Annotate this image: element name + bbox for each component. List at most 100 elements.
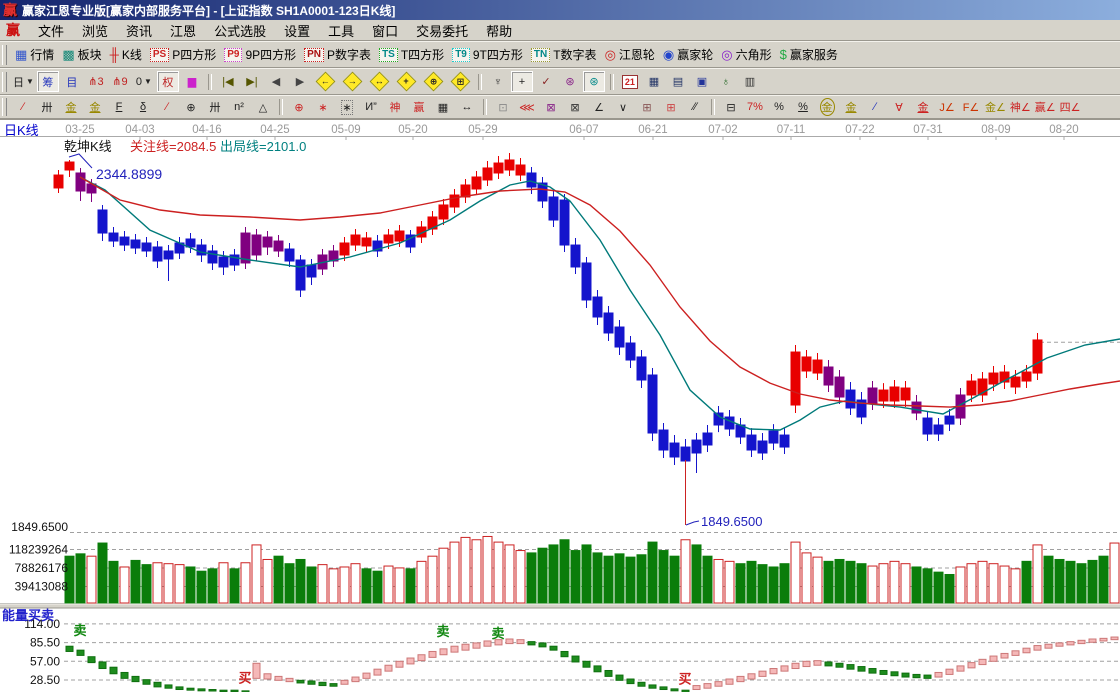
draw-triangle[interactable]: △ [252, 97, 274, 118]
draw-gold-red[interactable]: 金 [912, 97, 934, 118]
view-mini-chart-9[interactable]: ⋔9 [109, 71, 131, 92]
draw-percent[interactable]: % [768, 97, 790, 118]
view-zoom-all[interactable]: ⊕ [421, 71, 446, 92]
draw-gold-angle[interactable]: 金∠ [984, 97, 1007, 118]
view-list-view[interactable]: 目 [61, 71, 83, 92]
draw-wave-marks[interactable]: И” [360, 97, 382, 118]
view-histogram[interactable]: ▆ [181, 71, 203, 92]
draw-grid-lines-2[interactable]: 卅 [204, 97, 226, 118]
draw-f-grid[interactable]: F [108, 97, 130, 118]
toolbar-button-quotes[interactable]: ▦行情 [15, 46, 54, 63]
chart-canvas[interactable]: 卖买卖卖买03-2504-0304-1604-2505-0905-2005-29… [0, 120, 1120, 692]
toolbar-button-kline[interactable]: ╫K线 [110, 46, 142, 63]
draw-star-grid-boxed[interactable]: ∗ [336, 97, 358, 118]
draw-n-square[interactable]: n² [228, 97, 250, 118]
toolbar-button-t-number-table[interactable]: TNT数字表 [531, 46, 597, 63]
menu-item-工具[interactable]: 工具 [319, 20, 363, 41]
view-zoom-grid[interactable]: ⊞ [448, 71, 473, 92]
toolbar-button-p-number-table[interactable]: PNP数字表 [304, 46, 371, 63]
toolbar-handle[interactable] [2, 98, 7, 116]
draw-shen-angle[interactable]: 神∠ [1009, 97, 1032, 118]
title-bar[interactable]: 赢 赢家江恩专业版[赢家内部服务平台] - [上证指数 SH1A0001-123… [0, 0, 1120, 20]
draw-four-angle[interactable]: 四∠ [1059, 97, 1082, 118]
toolbar-handle[interactable] [2, 72, 7, 92]
draw-compass[interactable]: ⊕ [288, 97, 310, 118]
toolbar-button-winner-service[interactable]: $赢家服务 [780, 46, 838, 63]
draw-blue-pen[interactable]: ∕ [864, 97, 886, 118]
draw-shen-grid[interactable]: 神 [384, 97, 406, 118]
menu-item-浏览[interactable]: 浏览 [73, 20, 117, 41]
menu-item-交易委托[interactable]: 交易委托 [407, 20, 477, 41]
draw-gann-fan[interactable]: ⋘ [516, 97, 538, 118]
draw-forall-tool[interactable]: ∀ [888, 97, 910, 118]
view-hand-tool[interactable]: ♆ [487, 71, 509, 92]
draw-gold-grid-1[interactable]: 金 [60, 97, 82, 118]
toolbar-handle[interactable] [2, 45, 7, 65]
view-network[interactable]: ♁ [715, 71, 737, 92]
toolbar-button-t-square[interactable]: TST四方形 [379, 46, 444, 63]
draw-circle-ticks[interactable]: ⊕ [180, 97, 202, 118]
draw-pen-line[interactable]: ∕ [12, 97, 34, 118]
view-next[interactable]: ▶ [289, 71, 311, 92]
view-first[interactable]: |◀ [217, 71, 239, 92]
draw-fan-box[interactable]: ⊠ [540, 97, 562, 118]
draw-parallel-lines[interactable]: ∕∕ [684, 97, 706, 118]
draw-grid-box-red[interactable]: ⊞ [660, 97, 682, 118]
view-chips[interactable]: 筹 [37, 71, 59, 92]
draw-measure-width[interactable]: ↔ [456, 97, 478, 118]
view-last[interactable]: ▶| [241, 71, 263, 92]
toolbar-button-hexagon[interactable]: ◎六角形 [721, 46, 771, 63]
menu-item-资讯[interactable]: 资讯 [117, 20, 161, 41]
view-calculator[interactable]: ▦ [643, 71, 665, 92]
draw-percent-7[interactable]: 7% [744, 97, 766, 118]
view-candle-style[interactable]: 0▼ [133, 71, 155, 92]
draw-star-grid[interactable]: ∗ [312, 97, 334, 118]
view-prev[interactable]: ◀ [265, 71, 287, 92]
toolbar-button-gann-wheel[interactable]: ◎江恩轮 [605, 46, 655, 63]
view-brain-purple[interactable]: ⊛ [559, 71, 581, 92]
toolbar-button-sectors[interactable]: ▩板块 [62, 46, 101, 63]
draw-bar-panel[interactable]: ⊟ [720, 97, 742, 118]
toolbar-button-p-square[interactable]: PSP四方形 [150, 46, 216, 63]
menu-item-江恩[interactable]: 江恩 [161, 20, 205, 41]
draw-gold-levels[interactable]: 金 [840, 97, 862, 118]
toolbar-button-winner-wheel[interactable]: ◉赢家轮 [663, 46, 713, 63]
draw-pen-line-2[interactable]: ∕ [156, 97, 178, 118]
draw-fan-box-dense[interactable]: ⊠ [564, 97, 586, 118]
view-pan-left[interactable]: ← [313, 71, 338, 92]
toolbar-button-9t-square[interactable]: T99T四方形 [452, 46, 523, 63]
draw-box-tool[interactable]: ⊡ [492, 97, 514, 118]
view-mini-chart-3[interactable]: ⋔3 [85, 71, 107, 92]
draw-percent-lines[interactable]: % [792, 97, 814, 118]
draw-win-grid[interactable]: 赢 [408, 97, 430, 118]
toolbar-button-9p-square[interactable]: P99P四方形 [224, 46, 296, 63]
view-period-daily[interactable]: 日▼ [12, 71, 35, 92]
view-zoom-in[interactable]: + [394, 71, 419, 92]
view-crosshair-tool[interactable]: + [511, 71, 533, 92]
view-rights-adjust[interactable]: 权 [157, 71, 179, 92]
menu-item-设置[interactable]: 设置 [275, 20, 319, 41]
view-zoom-horizontal[interactable]: ↔ [367, 71, 392, 92]
menu-item-窗口[interactable]: 窗口 [363, 20, 407, 41]
draw-spiral[interactable]: δ [132, 97, 154, 118]
view-calendar[interactable]: 21 [619, 71, 641, 92]
menu-item-公式选股[interactable]: 公式选股 [205, 20, 275, 41]
draw-grid-lines[interactable]: 卅 [36, 97, 58, 118]
view-computer[interactable]: ▥ [739, 71, 761, 92]
view-notes[interactable]: ▤ [667, 71, 689, 92]
view-save[interactable]: ▣ [691, 71, 713, 92]
draw-j-angle[interactable]: J∠ [936, 97, 958, 118]
view-pan-right[interactable]: → [340, 71, 365, 92]
draw-ruler-123[interactable]: ▦ [432, 97, 454, 118]
draw-v-lines[interactable]: ∨ [612, 97, 634, 118]
draw-gold-grid-2[interactable]: 金 [84, 97, 106, 118]
draw-f-angle[interactable]: F∠ [960, 97, 982, 118]
draw-grid-box[interactable]: ⊞ [636, 97, 658, 118]
view-brain-teal[interactable]: ⊛ [583, 71, 605, 92]
draw-win-angle[interactable]: 赢∠ [1034, 97, 1057, 118]
draw-gold-circle[interactable]: 金 [816, 97, 838, 118]
draw-angle-lines[interactable]: ∠ [588, 97, 610, 118]
menu-item-帮助[interactable]: 帮助 [477, 20, 521, 41]
view-mark-tool[interactable]: ✓ [535, 71, 557, 92]
menu-item-文件[interactable]: 文件 [29, 20, 73, 41]
